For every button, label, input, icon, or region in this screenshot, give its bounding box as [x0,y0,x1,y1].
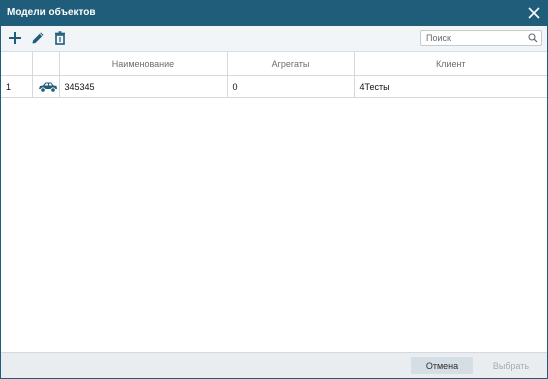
dialog-footer: Отмена Выбрать [1,352,547,378]
dialog-title: Модели объектов [7,7,96,18]
search-icon[interactable] [528,33,538,43]
column-header-name[interactable]: Наименование [59,52,228,76]
search-box [420,30,542,46]
toolbar [1,26,547,52]
close-icon[interactable] [525,4,543,22]
car-icon [38,81,58,93]
row-index: 1 [1,75,33,98]
models-table: Наименование Агрегаты Клиент 1 345345 0 … [1,52,547,98]
row-name: 345345 [59,75,228,98]
row-client: 4Тесты [354,75,547,98]
title-bar: Модели объектов [1,1,547,26]
table-header-row: Наименование Агрегаты Клиент [1,52,547,76]
column-header-client[interactable]: Клиент [354,52,547,76]
select-button: Выбрать [480,357,542,374]
search-input[interactable] [421,31,526,45]
dialog-window: Модели объектов Поиск Наименование Агрег… [0,0,548,379]
row-icon-cell [32,75,60,98]
column-header-icon [32,52,60,76]
table-row[interactable]: 1 345345 0 4Тесты [1,75,547,98]
cancel-button[interactable]: Отмена [411,357,473,374]
column-header-aggregates[interactable]: Агрегаты [227,52,355,76]
plus-icon[interactable] [7,30,23,46]
trash-icon[interactable] [52,30,68,46]
row-aggregates: 0 [227,75,355,98]
column-header-index [1,52,33,76]
pencil-icon[interactable] [30,30,46,46]
